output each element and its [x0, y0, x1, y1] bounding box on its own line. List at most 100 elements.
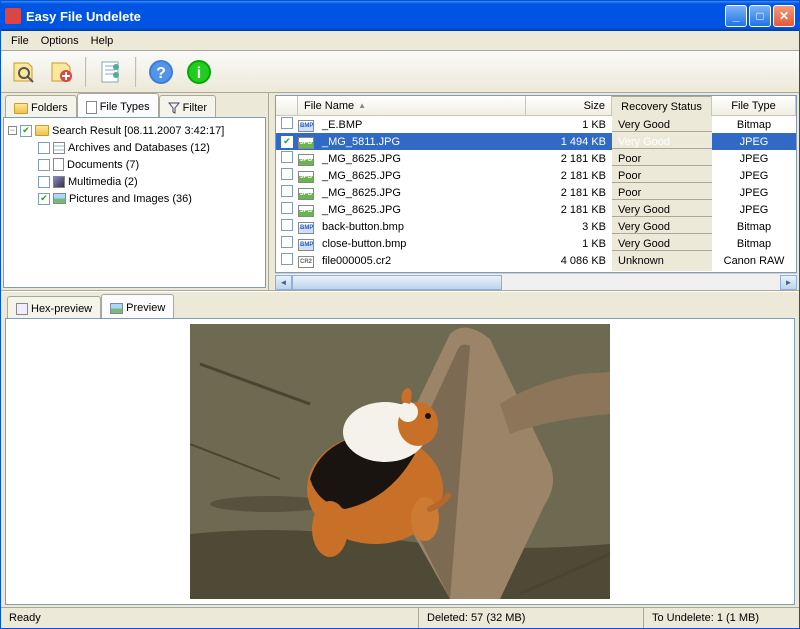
cell-type: Bitmap: [712, 237, 796, 251]
toolbar: ? i: [1, 51, 799, 93]
table-row[interactable]: BMP_E.BMP1 KBVery GoodBitmap: [276, 116, 796, 133]
table-row[interactable]: BMPback-button.bmp3 KBVery GoodBitmap: [276, 218, 796, 235]
cell-type: JPEG: [712, 152, 796, 166]
svg-text:i: i: [197, 65, 201, 82]
cell-size: 1 KB: [526, 118, 612, 132]
expand-icon[interactable]: −: [8, 126, 17, 135]
cell-name: _MG_5811.JPG: [316, 135, 526, 149]
tab-folders[interactable]: Folders: [5, 95, 77, 117]
cell-size: 3 KB: [526, 220, 612, 234]
media-icon: [53, 176, 65, 188]
upper-split: Folders File Types Filter − Search Resul…: [1, 93, 799, 291]
col-status[interactable]: Recovery Status: [612, 96, 712, 117]
tree-item-label: Documents (7): [67, 159, 139, 171]
cell-name: _MG_8625.JPG: [316, 152, 526, 166]
menubar: File Options Help: [1, 31, 799, 51]
tree-root[interactable]: − Search Result [08.11.2007 3:42:17]: [8, 122, 261, 139]
status-undelete: To Undelete: 1 (1 MB): [644, 608, 799, 628]
tree-root-label: Search Result [08.11.2007 3:42:17]: [52, 125, 224, 137]
left-pane: Folders File Types Filter − Search Resul…: [1, 93, 269, 290]
file-type-icon: JPG: [298, 205, 314, 217]
toolbar-help-button[interactable]: ?: [145, 56, 177, 88]
picture-icon: [110, 303, 123, 314]
close-button[interactable]: ✕: [773, 5, 795, 27]
menu-help[interactable]: Help: [85, 33, 120, 49]
grid-body[interactable]: BMP_E.BMP1 KBVery GoodBitmap✔JPG_MG_5811…: [276, 116, 796, 272]
file-type-icon: JPG: [298, 171, 314, 183]
tab-preview[interactable]: Preview: [101, 294, 174, 318]
cell-size: 2 181 KB: [526, 169, 612, 183]
col-filename[interactable]: File Name▲: [298, 96, 526, 115]
lower-pane: Hex-preview Preview: [1, 291, 799, 607]
menu-file[interactable]: File: [5, 33, 35, 49]
titlebar: Easy File Undelete _ □ ✕: [1, 1, 799, 31]
tree-item[interactable]: Archives and Databases (12): [8, 139, 261, 156]
col-checkbox[interactable]: [276, 96, 298, 115]
tree-view[interactable]: − Search Result [08.11.2007 3:42:17] Arc…: [3, 117, 266, 288]
row-checkbox[interactable]: [281, 117, 293, 129]
file-type-icon: BMP: [298, 222, 314, 234]
row-checkbox[interactable]: [281, 202, 293, 214]
row-checkbox[interactable]: [281, 168, 293, 180]
table-row[interactable]: BMPclose-button.bmp1 KBVery GoodBitmap: [276, 235, 796, 252]
left-tabs: Folders File Types Filter: [1, 93, 268, 117]
toolbar-info-button[interactable]: i: [183, 56, 215, 88]
cell-size: 2 181 KB: [526, 203, 612, 217]
cell-name: back-button.bmp: [316, 220, 526, 234]
table-row[interactable]: JPG_MG_8625.JPG2 181 KBPoorJPEG: [276, 150, 796, 167]
table-row[interactable]: JPG_MG_8625.JPG2 181 KBPoorJPEG: [276, 167, 796, 184]
row-checkbox[interactable]: [281, 151, 293, 163]
tree-item[interactable]: Pictures and Images (36): [8, 190, 261, 207]
row-checkbox[interactable]: [281, 185, 293, 197]
file-type-icon: BMP: [298, 120, 314, 132]
tree-item[interactable]: Documents (7): [8, 156, 261, 173]
tab-filetypes[interactable]: File Types: [77, 93, 159, 117]
row-checkbox[interactable]: ✔: [281, 136, 293, 148]
checkbox[interactable]: [38, 176, 50, 188]
cell-name: _MG_8625.JPG: [316, 169, 526, 183]
cell-size: 4 086 KB: [526, 254, 612, 268]
checkbox[interactable]: [38, 142, 50, 154]
file-grid: File Name▲ Size Recovery Status File Typ…: [275, 95, 797, 273]
cell-type: Bitmap: [712, 220, 796, 234]
toolbar-search-button[interactable]: [7, 56, 39, 88]
horizontal-scrollbar[interactable]: ◄ ►: [275, 273, 797, 290]
cell-type: Canon RAW: [712, 254, 796, 268]
tree-item-label: Pictures and Images (36): [69, 193, 192, 205]
cell-type: JPEG: [712, 203, 796, 217]
tree-item[interactable]: Multimedia (2): [8, 173, 261, 190]
table-row[interactable]: CR2file000005.cr24 086 KBUnknownCanon RA…: [276, 252, 796, 269]
scroll-right-button[interactable]: ►: [780, 275, 797, 290]
maximize-button[interactable]: □: [749, 5, 771, 27]
table-row[interactable]: JPG_MG_8625.JPG2 181 KBPoorJPEG: [276, 184, 796, 201]
checkbox[interactable]: [38, 159, 50, 171]
table-row[interactable]: JPG_MG_8625.JPG2 181 KBVery GoodJPEG: [276, 201, 796, 218]
tab-filter[interactable]: Filter: [159, 95, 216, 117]
db-icon: [53, 142, 65, 154]
tab-hex-preview[interactable]: Hex-preview: [7, 296, 101, 318]
folder-icon: [35, 125, 49, 136]
toolbar-add-button[interactable]: [45, 56, 77, 88]
cell-type: Bitmap: [712, 118, 796, 132]
preview-tabs: Hex-preview Preview: [1, 292, 799, 318]
scroll-left-button[interactable]: ◄: [275, 275, 292, 290]
col-type[interactable]: File Type: [712, 96, 796, 115]
row-checkbox[interactable]: [281, 253, 293, 265]
cell-type: JPEG: [712, 169, 796, 183]
cell-size: 2 181 KB: [526, 152, 612, 166]
cell-name: file000005.cr2: [316, 254, 526, 268]
row-checkbox[interactable]: [281, 219, 293, 231]
file-type-icon: JPG: [298, 188, 314, 200]
col-size[interactable]: Size: [526, 96, 612, 115]
table-row[interactable]: ✔JPG_MG_5811.JPG1 494 KBVery GoodJPEG: [276, 133, 796, 150]
checkbox[interactable]: [20, 125, 32, 137]
file-type-icon: BMP: [298, 239, 314, 251]
row-checkbox[interactable]: [281, 236, 293, 248]
status-deleted: Deleted: 57 (32 MB): [419, 608, 644, 628]
toolbar-options-button[interactable]: [95, 56, 127, 88]
minimize-button[interactable]: _: [725, 5, 747, 27]
scroll-thumb[interactable]: [292, 275, 502, 290]
checkbox[interactable]: [38, 193, 50, 205]
cell-type: JPEG: [712, 186, 796, 200]
menu-options[interactable]: Options: [35, 33, 85, 49]
